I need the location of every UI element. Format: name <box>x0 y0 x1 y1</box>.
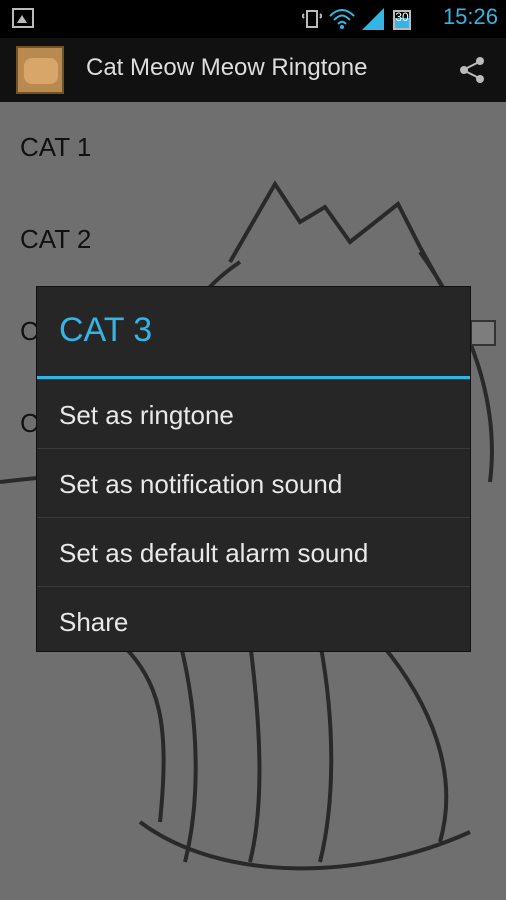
dialog-title: CAT 3 <box>59 311 153 349</box>
battery-icon: 30 <box>390 8 414 30</box>
wifi-icon <box>329 9 355 29</box>
list-checkbox[interactable] <box>470 320 496 346</box>
context-menu-dialog: CAT 3 Set as ringtone Set as notificatio… <box>37 287 470 651</box>
list-item-cat-4-partial[interactable]: C <box>20 408 39 439</box>
list-item-cat-1[interactable]: CAT 1 <box>20 132 91 163</box>
list-item-cat-2[interactable]: CAT 2 <box>20 224 91 255</box>
vibrate-icon <box>302 10 322 28</box>
signal-icon <box>362 8 384 30</box>
menu-item-label: Set as default alarm sound <box>59 538 369 568</box>
share-icon[interactable] <box>456 54 488 86</box>
status-icons: 30 <box>302 6 414 32</box>
gallery-icon <box>12 8 34 28</box>
menu-item-set-notification[interactable]: Set as notification sound <box>37 448 470 518</box>
action-bar: Cat Meow Meow Ringtone <box>0 38 506 102</box>
menu-item-label: Share <box>59 607 129 637</box>
app-title[interactable]: Cat Meow Meow Ringtone <box>86 54 406 82</box>
app-icon[interactable] <box>16 46 64 94</box>
menu-item-label: Set as notification sound <box>59 469 343 499</box>
menu-item-label: Set as ringtone <box>59 400 234 430</box>
clock: 15:26 <box>442 4 498 29</box>
menu-item-set-ringtone[interactable]: Set as ringtone <box>37 379 470 449</box>
menu-item-share[interactable]: Share <box>37 586 470 656</box>
status-bar: 30 15:26 <box>0 0 506 38</box>
list-item-cat-3-partial[interactable]: C <box>20 316 39 347</box>
menu-item-set-alarm[interactable]: Set as default alarm sound <box>37 517 470 587</box>
battery-level: 30 <box>395 10 409 24</box>
